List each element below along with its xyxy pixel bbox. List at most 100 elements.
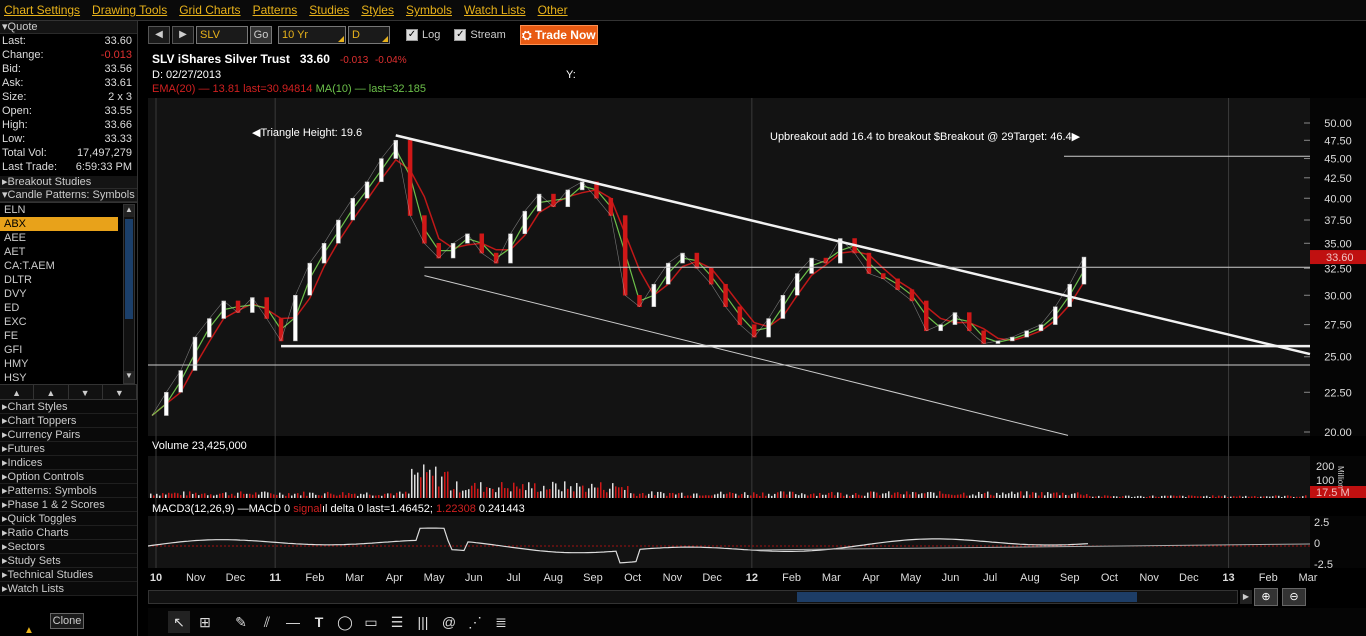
move-top-icon[interactable]: ▲ bbox=[0, 385, 35, 399]
fibonacci-icon[interactable]: ☰ bbox=[386, 611, 408, 633]
volume-bar bbox=[1269, 496, 1271, 498]
symbol-list-item[interactable]: ED bbox=[0, 301, 118, 315]
symbol-list-item[interactable]: ELN bbox=[0, 203, 118, 217]
menu-patterns[interactable]: Patterns bbox=[253, 3, 298, 17]
symbol-list-item[interactable]: CA:T.AEM bbox=[0, 259, 118, 273]
volume-bar bbox=[912, 491, 914, 498]
symbol-list-item[interactable]: AET bbox=[0, 245, 118, 259]
grid-lines-icon[interactable]: ≣ bbox=[490, 611, 512, 633]
horizontal-line-icon[interactable]: — bbox=[282, 611, 304, 633]
text-icon[interactable]: T bbox=[308, 611, 330, 633]
menu-styles[interactable]: Styles bbox=[361, 3, 394, 17]
go-button[interactable]: Go bbox=[250, 26, 272, 44]
symbol-list-scrollbar[interactable]: ▲ ▼ bbox=[123, 204, 135, 384]
volume-bar bbox=[651, 491, 653, 498]
trade-now-button[interactable]: ⛭ Trade Now bbox=[519, 25, 598, 45]
breakout-annotation[interactable]: Upbreakout add 16.4 to breakout $Breakou… bbox=[770, 130, 1080, 143]
symbol-list-item[interactable]: DLTR bbox=[0, 273, 118, 287]
pencil-icon[interactable]: ✎ bbox=[230, 611, 252, 633]
volume-bar bbox=[477, 488, 479, 498]
section-patterns-symbols[interactable]: ▸Patterns: Symbols bbox=[0, 484, 137, 498]
section-watch-lists[interactable]: ▸Watch Lists bbox=[0, 582, 137, 596]
volume-bar bbox=[741, 493, 743, 498]
section-futures[interactable]: ▸Futures bbox=[0, 442, 137, 456]
symbol-list-item[interactable]: FE bbox=[0, 329, 118, 343]
section-ratio-charts[interactable]: ▸Ratio Charts bbox=[0, 526, 137, 540]
section-currency-pairs[interactable]: ▸Currency Pairs bbox=[0, 428, 137, 442]
spiral-icon[interactable]: @ bbox=[438, 611, 460, 633]
section-chart-styles[interactable]: ▸Chart Styles bbox=[0, 400, 137, 414]
symbol-list-item[interactable]: DVY bbox=[0, 287, 118, 301]
scroll-down-icon[interactable]: ▼ bbox=[124, 371, 134, 383]
volume-bar bbox=[351, 494, 353, 498]
section-technical-studies[interactable]: ▸Technical Studies bbox=[0, 568, 137, 582]
volume-bar bbox=[690, 495, 692, 498]
parallel-lines-icon[interactable]: ⫽ bbox=[256, 611, 278, 633]
symbol-list-item[interactable]: EXC bbox=[0, 315, 118, 329]
section-quick-toggles[interactable]: ▸Quick Toggles bbox=[0, 512, 137, 526]
section-sectors[interactable]: ▸Sectors bbox=[0, 540, 137, 554]
quote-header[interactable]: ▾Quote bbox=[0, 21, 137, 34]
forward-button[interactable]: ▶ bbox=[172, 26, 194, 44]
volume-bar bbox=[1176, 496, 1178, 498]
move-down-icon[interactable]: ▼ bbox=[69, 385, 103, 399]
menu-watch-lists[interactable]: Watch Lists bbox=[464, 3, 526, 17]
candle-patterns-header[interactable]: ▾Candle Patterns: Symbols bbox=[0, 189, 137, 202]
scrollbar-thumb[interactable] bbox=[125, 219, 133, 319]
crosshair-icon[interactable]: ⊞ bbox=[194, 611, 216, 633]
rectangle-icon[interactable]: ▭ bbox=[360, 611, 382, 633]
volume-bar bbox=[987, 491, 989, 498]
symbol-list-item[interactable]: ABX bbox=[0, 217, 118, 231]
ellipse-icon[interactable]: ◯ bbox=[334, 611, 356, 633]
menu-chart-settings[interactable]: Chart Settings bbox=[4, 3, 80, 17]
zoom-in-icon[interactable]: ⊕ bbox=[1254, 588, 1278, 606]
scroll-top-icon[interactable]: ▲ bbox=[24, 625, 34, 636]
symbol-input[interactable]: SLV bbox=[196, 26, 248, 44]
checkbox-icon[interactable]: ✓ bbox=[454, 29, 467, 41]
chart-area[interactable]: 50.00 47.50 45.00 42.50 40.00 37.50 35.00 32.50… bbox=[148, 48, 1366, 588]
volume-bar bbox=[378, 495, 380, 498]
move-up-icon[interactable]: ▲ bbox=[34, 385, 69, 399]
time-scroll-bar[interactable]: ▶ ⊕ ⊖ bbox=[148, 588, 1366, 608]
zoom-out-icon[interactable]: ⊖ bbox=[1282, 588, 1306, 606]
checkbox-icon[interactable]: ✓ bbox=[406, 29, 418, 41]
symbol-list-item[interactable]: HSY bbox=[0, 371, 118, 385]
menu-drawing-tools[interactable]: Drawing Tools bbox=[92, 3, 167, 17]
section-phase-1-2-scores[interactable]: ▸Phase 1 & 2 Scores bbox=[0, 498, 137, 512]
menu-bar: Chart Settings Drawing Tools Grid Charts… bbox=[0, 0, 1366, 21]
symbol-list-item[interactable]: AEE bbox=[0, 231, 118, 245]
menu-grid-charts[interactable]: Grid Charts bbox=[179, 3, 240, 17]
time-scroll-thumb[interactable] bbox=[797, 592, 1137, 602]
back-button[interactable]: ◀ bbox=[148, 26, 170, 44]
section-study-sets[interactable]: ▸Study Sets bbox=[0, 554, 137, 568]
symbol-list-item[interactable]: GFI bbox=[0, 343, 118, 357]
breakout-studies-header[interactable]: ▸Breakout Studies bbox=[0, 176, 137, 189]
volume-bar bbox=[348, 492, 350, 498]
menu-other[interactable]: Other bbox=[538, 3, 568, 17]
clone-button[interactable]: Clone bbox=[50, 613, 84, 629]
log-toggle[interactable]: ✓ Log bbox=[406, 29, 440, 41]
interval-select[interactable]: D bbox=[348, 26, 390, 44]
cycle-lines-icon[interactable]: ||| bbox=[412, 611, 434, 633]
stream-toggle[interactable]: ✓ Stream bbox=[454, 29, 506, 41]
pointer-icon[interactable]: ↖ bbox=[168, 611, 190, 633]
time-scroll-track[interactable] bbox=[148, 590, 1238, 604]
period-select[interactable]: 10 Yr bbox=[278, 26, 346, 44]
section-option-controls[interactable]: ▸Option Controls bbox=[0, 470, 137, 484]
section-chart-toppers[interactable]: ▸Chart Toppers bbox=[0, 414, 137, 428]
x-axis-label: Dec bbox=[702, 572, 722, 584]
menu-symbols[interactable]: Symbols bbox=[406, 3, 452, 17]
menu-studies[interactable]: Studies bbox=[309, 3, 349, 17]
volume-bar bbox=[276, 494, 278, 498]
volume-bar bbox=[789, 491, 791, 498]
fan-icon[interactable]: ⋰ bbox=[464, 611, 486, 633]
triangle-annotation[interactable]: ◀Triangle Height: 19.6 bbox=[252, 126, 362, 139]
move-bottom-icon[interactable]: ▼ bbox=[103, 385, 137, 399]
scroll-up-icon[interactable]: ▲ bbox=[124, 205, 134, 217]
section-indices[interactable]: ▸Indices bbox=[0, 456, 137, 470]
volume-bar bbox=[210, 494, 212, 498]
volume-bar bbox=[1179, 495, 1181, 498]
symbol-list-item[interactable]: HMY bbox=[0, 357, 118, 371]
candle bbox=[465, 233, 470, 244]
scroll-right-icon[interactable]: ▶ bbox=[1240, 590, 1252, 604]
